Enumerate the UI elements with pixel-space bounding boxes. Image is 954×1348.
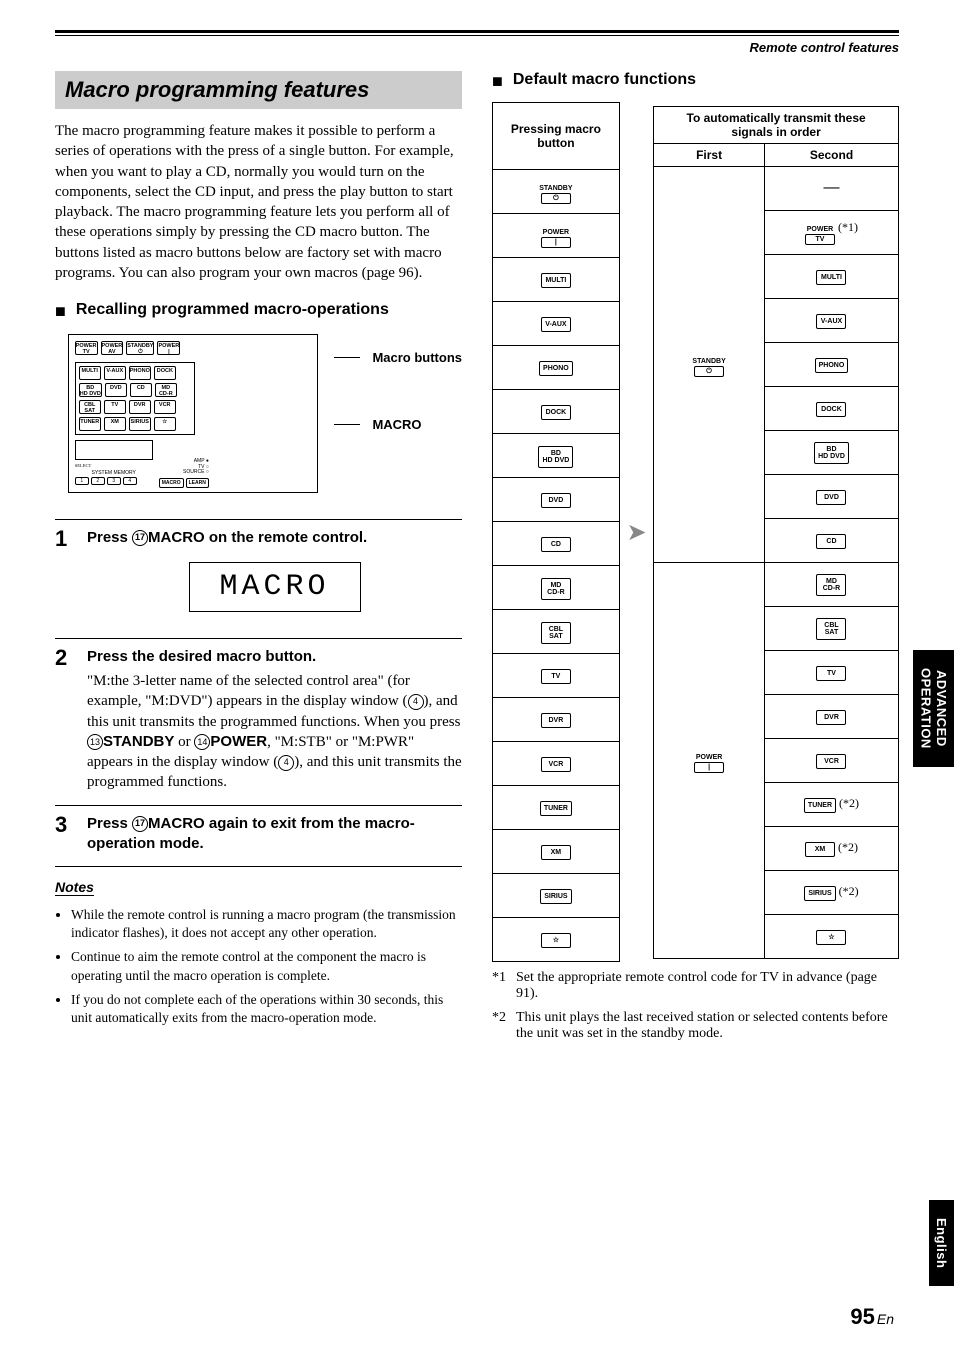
macro-table: Pressing macro button STANDBY⏻POWER|MULT… <box>492 102 899 962</box>
second-signal-cell: CBLSAT <box>764 606 898 650</box>
note-item: Continue to aim the remote control at th… <box>71 948 462 984</box>
remote-button: DVD <box>105 383 127 397</box>
remote-button: DVR <box>129 400 151 414</box>
second-signal-cell: DOCK <box>764 386 898 430</box>
note-item: While the remote control is running a ma… <box>71 906 462 942</box>
ref-circle-icon: 17 <box>132 816 148 832</box>
remote-button: V-AUX <box>104 366 126 380</box>
second-signal-cell: TV <box>764 650 898 694</box>
second-signal-cell: DVR <box>764 694 898 738</box>
subheading-recalling: ■ Recalling programmed macro-operations <box>55 301 462 320</box>
remote-button: MDCD-R <box>155 383 177 397</box>
pressing-cell: CD <box>493 522 620 566</box>
pressing-cell: MDCD-R <box>493 566 620 610</box>
pressing-cell: SIRIUS <box>493 874 620 918</box>
second-signal-cell: CD <box>764 518 898 562</box>
remote-button: CD <box>130 383 152 397</box>
second-signal-cell: — <box>764 166 898 210</box>
pressing-cell: VCR <box>493 742 620 786</box>
pressing-cell: TV <box>493 654 620 698</box>
pressing-cell: CBLSAT <box>493 610 620 654</box>
pressing-cell: V-AUX <box>493 302 620 346</box>
remote-button: CBLSAT <box>79 400 101 414</box>
section-title: Macro programming features <box>55 71 462 109</box>
header-label: Remote control features <box>55 40 899 55</box>
pressing-cell: DVR <box>493 698 620 742</box>
second-signal-cell: SIRIUS(*2) <box>764 870 898 914</box>
remote-button: BDHD DVD <box>79 383 102 397</box>
notes-list: While the remote control is running a ma… <box>55 906 462 1027</box>
second-signal-cell: BDHD DVD <box>764 430 898 474</box>
pressing-cell: DOCK <box>493 390 620 434</box>
remote-button: TUNER <box>79 417 101 431</box>
pressing-cell: TUNER <box>493 786 620 830</box>
second-signal-cell: DVD <box>764 474 898 518</box>
pressing-cell: BDHD DVD <box>493 434 620 478</box>
arrow-icon: ➤ <box>620 518 653 547</box>
remote-button: PHONO <box>129 366 151 380</box>
display-window: MACRO <box>189 562 361 612</box>
footnotes: *1Set the appropriate remote control cod… <box>492 970 899 1042</box>
remote-button: POWERTV <box>75 341 98 355</box>
second-signal-cell: TUNER(*2) <box>764 782 898 826</box>
page-number: 95En <box>850 1304 894 1330</box>
pressing-cell: DVD <box>493 478 620 522</box>
note-item: If you do not complete each of the opera… <box>71 991 462 1027</box>
side-tab-english: English <box>929 1200 954 1286</box>
intro-text: The macro programming feature makes it p… <box>55 121 462 283</box>
left-column: Macro programming features The macro pro… <box>55 71 462 1042</box>
step: 1Press 17MACRO on the remote control.MAC… <box>55 519 462 626</box>
pressing-cell: ☆ <box>493 918 620 962</box>
square-bullet-icon: ■ <box>55 302 66 320</box>
remote-button: POWERAV <box>101 341 124 355</box>
pressing-cell: PHONO <box>493 346 620 390</box>
second-signal-cell: POWERTV(*1) <box>764 210 898 254</box>
remote-button: SIRIUS <box>129 417 151 431</box>
first-signal-cell: STANDBY⏻ <box>654 166 765 562</box>
steps-list: 1Press 17MACRO on the remote control.MAC… <box>55 519 462 859</box>
side-tab-advanced: ADVANCEDOPERATION <box>913 650 954 767</box>
notes-heading: Notes <box>55 879 94 896</box>
remote-button: MULTI <box>79 366 101 380</box>
footnote: *2This unit plays the last received stat… <box>492 1010 899 1042</box>
pressing-cell: POWER| <box>493 214 620 258</box>
square-bullet-icon: ■ <box>492 72 503 90</box>
remote-button: DOCK <box>154 366 176 380</box>
second-signal-cell: PHONO <box>764 342 898 386</box>
subheading-default: ■ Default macro functions <box>492 71 899 90</box>
right-column: ■ Default macro functions Pressing macro… <box>492 71 899 1042</box>
remote-button: STANDBY⏻ <box>126 341 154 355</box>
step: 2Press the desired macro button."M:the 3… <box>55 638 462 793</box>
second-signal-cell: MDCD-R <box>764 562 898 606</box>
ref-circle-icon: 17 <box>132 530 148 546</box>
second-signal-cell: XM(*2) <box>764 826 898 870</box>
remote-diagram: POWERTVPOWERAVSTANDBY⏻POWER| MULTIV-AUXP… <box>68 334 318 493</box>
step: 3Press 17MACRO again to exit from the ma… <box>55 805 462 859</box>
pressing-cell: XM <box>493 830 620 874</box>
pressing-cell: STANDBY⏻ <box>493 170 620 214</box>
second-signal-cell: ☆ <box>764 914 898 958</box>
remote-button: VCR <box>154 400 176 414</box>
first-signal-cell: POWER| <box>654 562 765 958</box>
footnote: *1Set the appropriate remote control cod… <box>492 970 899 1002</box>
second-signal-cell: VCR <box>764 738 898 782</box>
remote-button: XM <box>104 417 126 431</box>
remote-button: ☆ <box>154 417 176 431</box>
remote-button: POWER| <box>157 341 180 355</box>
remote-button: TV <box>104 400 126 414</box>
label-macro: MACRO <box>372 417 421 432</box>
second-signal-cell: MULTI <box>764 254 898 298</box>
second-signal-cell: V-AUX <box>764 298 898 342</box>
pressing-cell: MULTI <box>493 258 620 302</box>
label-macro-buttons: Macro buttons <box>372 350 462 365</box>
